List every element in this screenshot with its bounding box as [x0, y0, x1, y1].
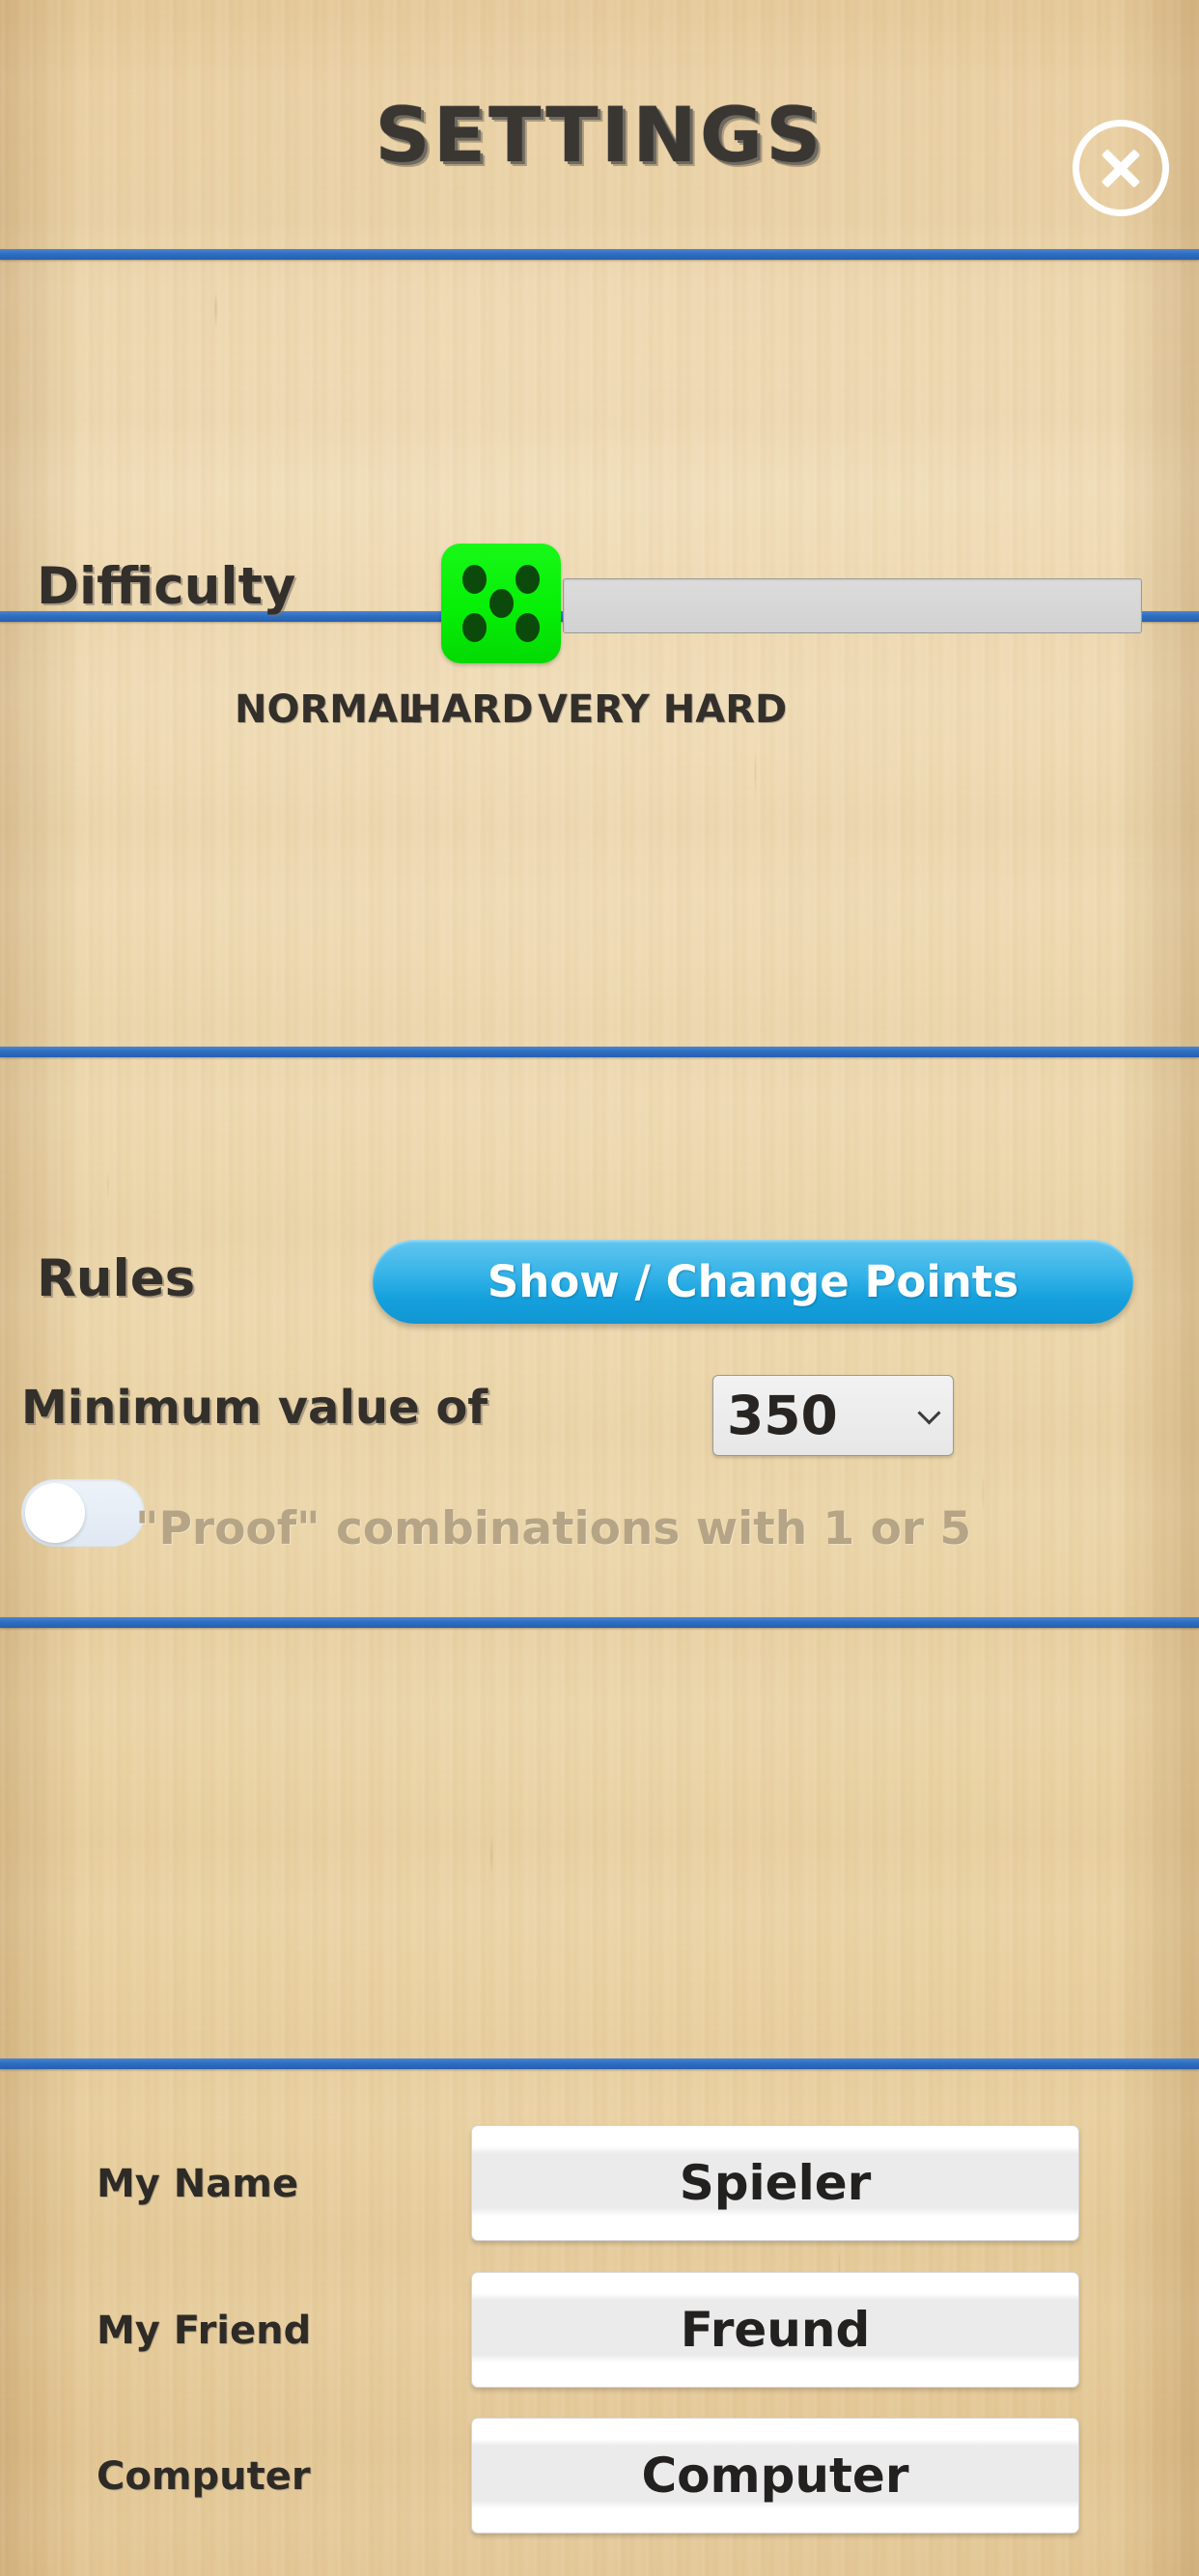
close-icon[interactable]	[1073, 120, 1169, 216]
computer-label: Computer	[97, 2454, 311, 2499]
dice-pip	[516, 565, 540, 594]
my-name-input[interactable]: Spieler	[471, 2125, 1079, 2241]
my-name-value: Spieler	[679, 2155, 872, 2211]
computer-value: Computer	[641, 2448, 909, 2504]
my-friend-input[interactable]: Freund	[471, 2272, 1079, 2388]
page-title: SETTINGS	[375, 93, 824, 180]
section-divider	[0, 2058, 1199, 2069]
computer-input[interactable]: Computer	[471, 2418, 1079, 2534]
section-divider	[0, 1047, 1199, 1057]
my-name-label: My Name	[97, 2162, 299, 2206]
name-row: My Name Spieler	[0, 2125, 1199, 2243]
dice-pip	[462, 565, 487, 594]
name-row: Computer Computer	[0, 2418, 1199, 2535]
header: SETTINGS	[0, 0, 1199, 249]
difficulty-section: Difficulty NORMAL HARD VERY HARD	[0, 260, 1199, 732]
my-friend-label: My Friend	[97, 2309, 312, 2353]
difficulty-label: Difficulty	[37, 557, 296, 616]
section-divider	[0, 249, 1199, 260]
dice-pip	[489, 589, 514, 618]
section-divider	[0, 1617, 1199, 1628]
rules-section: Rules Show / Change Points Minimum value…	[0, 622, 1199, 1555]
name-row: My Friend Freund	[0, 2272, 1199, 2390]
options-section: Options Choose Language See more options…	[0, 1628, 1199, 2101]
names-section: My Name Spieler My Friend Freund Compute…	[0, 1057, 1199, 2534]
my-friend-value: Freund	[680, 2302, 871, 2358]
